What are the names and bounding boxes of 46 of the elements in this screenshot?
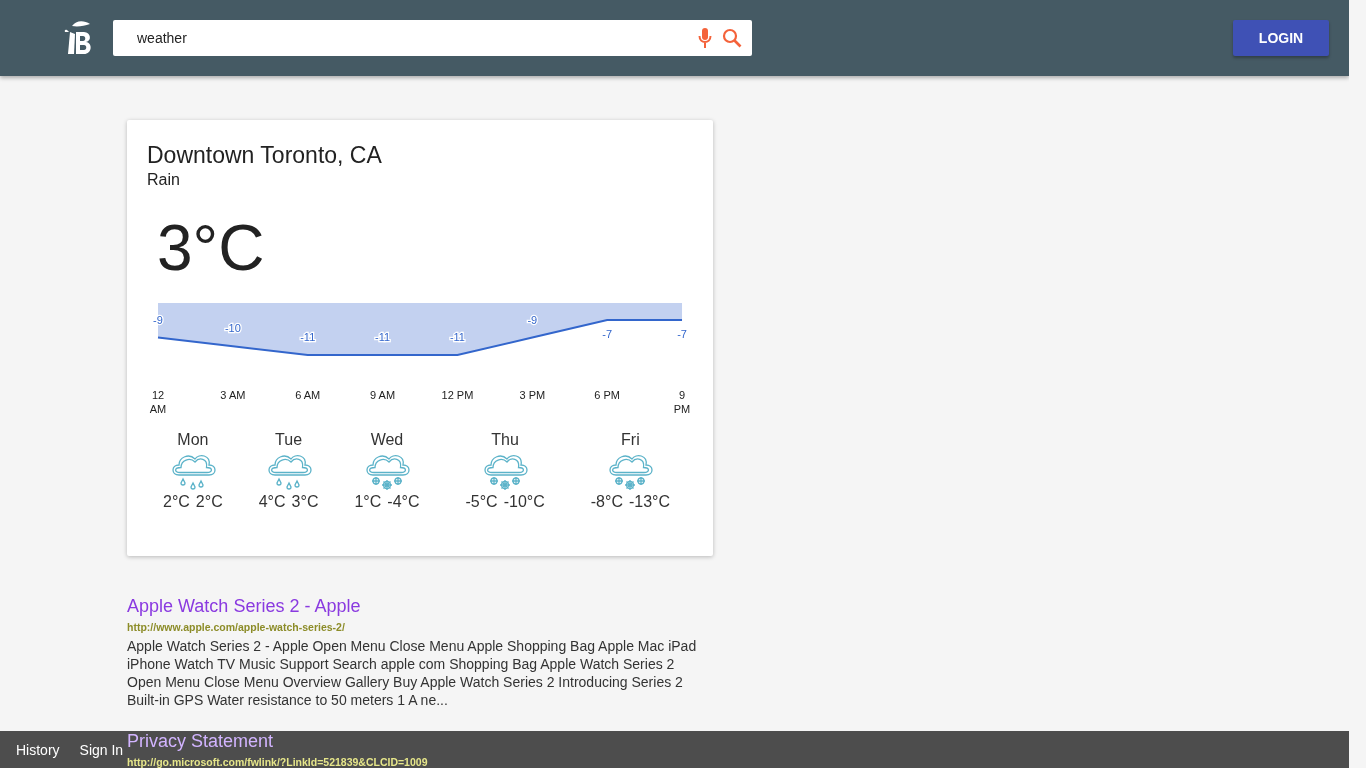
result-url: http://www.apple.com/apple-watch-series-2/ bbox=[127, 621, 346, 633]
data-label: -11 bbox=[375, 331, 391, 344]
low-temperature: -4°C bbox=[387, 493, 420, 512]
low-temperature: -13°C bbox=[628, 493, 670, 512]
result-snippet: Apple Watch Series 2 - Apple Open Menu Close Menu Apple Shopping Bag Apple Mac iPad iPhone Watch TV Music Support Search apple com Shopping Bag Apple Watch Series 2 Open Menu Close Menu Overview Gallery Buy Apple Watch Series 2 Introducing Series 2 Built-in GPS Water resistance to 50 meters 1 A ne... bbox=[127, 637, 698, 709]
low-temperature: 3°C bbox=[291, 493, 319, 512]
axis-label: 6 AM bbox=[295, 389, 321, 402]
data-label: -9 bbox=[153, 313, 163, 326]
axis-label: 6 PM bbox=[594, 389, 620, 402]
day-name: Mon bbox=[177, 431, 209, 450]
result-url: http://go.microsoft.com/fwlink/?LinkId=521839&CLCID=1009 bbox=[127, 756, 429, 768]
axis-label: 9 PM bbox=[673, 389, 691, 416]
weather-condition: Rain bbox=[147, 171, 181, 189]
axis-label: 3 AM bbox=[220, 389, 246, 402]
axis-label: 12 PM bbox=[441, 389, 474, 402]
microphone-icon[interactable] bbox=[698, 27, 712, 49]
low-temperature: -10°C bbox=[503, 493, 545, 512]
day-name: Thu bbox=[491, 431, 519, 450]
location-title: Downtown Toronto, CA bbox=[147, 142, 383, 169]
low-temperature: 2°C bbox=[195, 493, 223, 512]
result-title-link[interactable]: Privacy Statement bbox=[127, 731, 274, 752]
day-name: Tue bbox=[275, 431, 303, 450]
axis-label: 12 AM bbox=[149, 389, 167, 416]
high-temperature: -8°C bbox=[590, 493, 623, 512]
data-label: -10 bbox=[224, 322, 241, 335]
search-icon[interactable] bbox=[722, 28, 742, 48]
high-temperature: 2°C bbox=[163, 493, 190, 512]
day-name: Wed bbox=[370, 431, 404, 450]
search-field[interactable]: weather bbox=[113, 20, 752, 56]
data-label: -7 bbox=[677, 328, 687, 341]
bottom-link[interactable]: History bbox=[16, 741, 60, 758]
data-label: -11 bbox=[449, 331, 465, 344]
day-name: Fri bbox=[621, 431, 640, 450]
data-label: -7 bbox=[602, 328, 613, 341]
high-temperature: -5°C bbox=[465, 493, 498, 512]
axis-label: 9 AM bbox=[370, 389, 396, 402]
high-temperature: 4°C bbox=[258, 493, 286, 512]
data-label: -11 bbox=[300, 331, 316, 344]
result-title-link[interactable]: Apple Watch Series 2 - Apple bbox=[127, 596, 361, 617]
high-temperature: 1°C bbox=[354, 493, 382, 512]
logo-icon[interactable] bbox=[64, 20, 94, 56]
data-label: -9 bbox=[527, 313, 538, 326]
current-temperature: 3°C bbox=[157, 213, 266, 284]
bottom-link[interactable]: Sign In bbox=[79, 741, 124, 758]
login-button[interactable]: LOGIN bbox=[1233, 20, 1329, 56]
axis-label: 3 PM bbox=[519, 389, 546, 402]
